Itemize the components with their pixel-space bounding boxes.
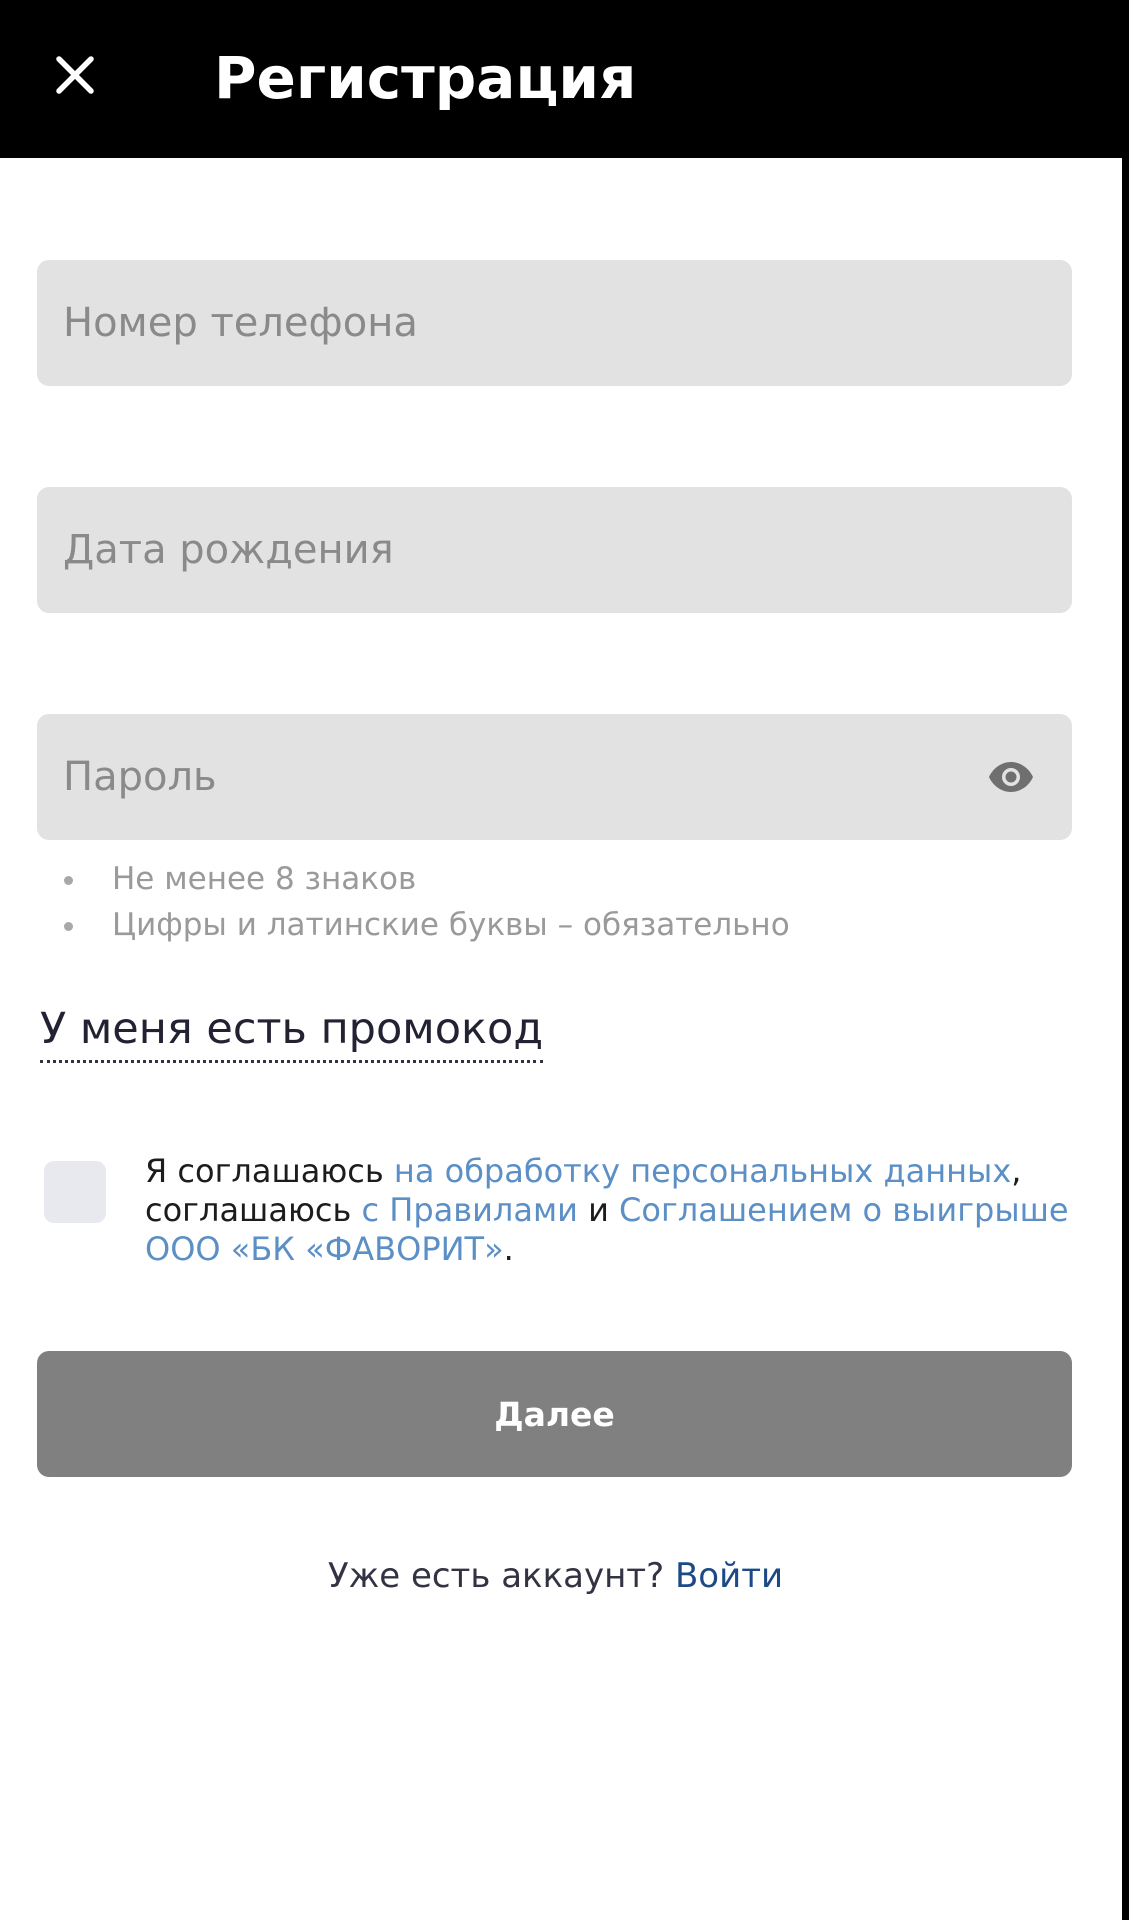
app-bar: Регистрация [0, 0, 1122, 158]
eye-icon [989, 762, 1033, 792]
have-account-text: Уже есть аккаунт? [327, 1556, 675, 1596]
personal-data-link[interactable]: на обработку персональных данных [394, 1152, 1011, 1190]
registration-screen: Регистрация Не менее 8 знаков Цифры и ла… [0, 0, 1122, 1920]
password-visibility-toggle[interactable] [986, 752, 1036, 802]
birthdate-field[interactable] [37, 487, 1072, 613]
consent-checkbox[interactable] [44, 1161, 106, 1223]
consent-text-part3: и [577, 1191, 620, 1229]
consent-text-part4: . [503, 1230, 514, 1268]
rules-link[interactable]: с Правилами [362, 1191, 578, 1229]
phone-input[interactable] [37, 260, 1072, 386]
password-hint-chars: Цифры и латинские буквы – обязательно [62, 902, 790, 948]
next-button[interactable]: Далее [37, 1351, 1072, 1477]
have-account-line: Уже есть аккаунт? Войти [0, 1552, 1111, 1600]
close-button[interactable] [44, 44, 106, 106]
phone-field[interactable] [37, 260, 1072, 386]
consent-text-part1: Я соглашаюсь [145, 1152, 394, 1190]
password-input[interactable] [37, 714, 1072, 840]
consent-text: Я соглашаюсь на обработку персональных д… [145, 1152, 1075, 1269]
password-hint-length: Не менее 8 знаков [62, 856, 790, 902]
password-field[interactable] [37, 714, 1072, 840]
close-icon [56, 56, 94, 94]
password-requirements: Не менее 8 знаков Цифры и латинские букв… [62, 856, 790, 948]
page-title: Регистрация [214, 44, 637, 112]
birthdate-input[interactable] [37, 487, 1072, 613]
login-link[interactable]: Войти [675, 1556, 783, 1596]
screen-edge [1122, 0, 1129, 1920]
promo-code-toggle[interactable]: У меня есть промокод [40, 1000, 544, 1063]
